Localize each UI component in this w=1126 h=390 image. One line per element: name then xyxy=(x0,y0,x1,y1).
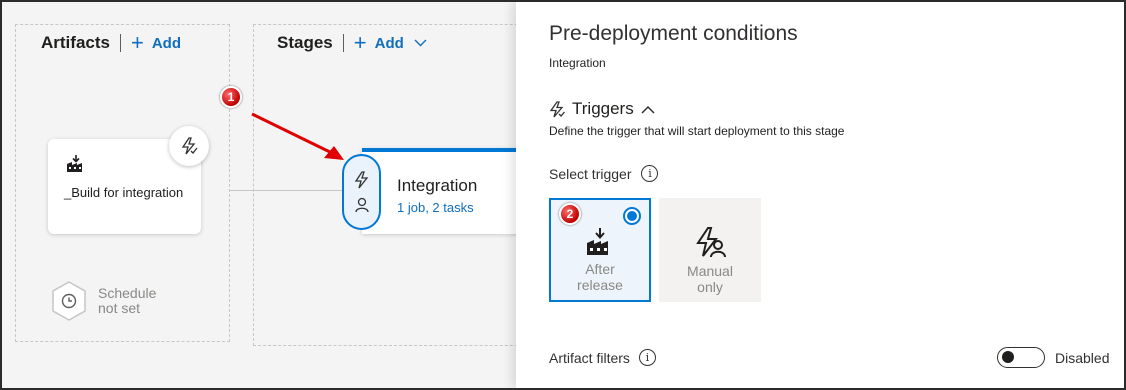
build-icon xyxy=(67,155,82,172)
plus-icon: + xyxy=(130,30,144,55)
chevron-down-icon xyxy=(414,39,427,47)
select-trigger-label: Select trigger xyxy=(549,165,632,182)
triggers-description: Define the trigger that will start deplo… xyxy=(549,124,845,138)
after-release-line1: After xyxy=(585,261,615,277)
step-marker-1: 1 xyxy=(220,86,242,108)
triggers-title: Triggers xyxy=(572,99,634,118)
header-divider xyxy=(119,34,121,52)
pipeline-connector xyxy=(230,190,342,191)
build-release-icon xyxy=(587,228,608,255)
schedule-line2: not set xyxy=(98,300,141,316)
stage-name: Integration xyxy=(397,176,478,195)
chevron-up-icon xyxy=(641,105,655,114)
add-stage-button[interactable]: + Add xyxy=(354,32,427,54)
annotation-arrow xyxy=(251,112,344,160)
add-artifact-label: Add xyxy=(151,34,181,52)
stage-card[interactable]: Integration 1 job, 2 tasks xyxy=(362,148,532,234)
artifacts-header: Artifacts + Add xyxy=(41,32,181,54)
plus-icon: + xyxy=(353,30,367,55)
artifacts-title: Artifacts xyxy=(41,33,110,52)
artifact-filters-toggle[interactable] xyxy=(997,347,1045,368)
artifact-filters-row: Artifact filters i xyxy=(549,349,656,366)
step-marker-2: 2 xyxy=(559,203,581,225)
info-icon[interactable]: i xyxy=(641,165,659,182)
toggle-state-label: Disabled xyxy=(1055,349,1110,366)
radio-selected-icon xyxy=(623,207,641,225)
schedule-label: Schedule not set xyxy=(98,286,156,316)
panel-subtitle: Integration xyxy=(549,56,606,70)
header-divider xyxy=(342,34,344,52)
continuous-deployment-trigger-button[interactable] xyxy=(169,126,209,166)
add-stage-label: Add xyxy=(374,34,404,52)
stages-title: Stages xyxy=(277,33,333,52)
pipeline-canvas: Artifacts + Add Stages + Add _Build for … xyxy=(2,2,553,388)
schedule-icon[interactable] xyxy=(50,280,88,322)
lightning-icon xyxy=(181,137,198,155)
screenshot-frame: Artifacts + Add Stages + Add _Build for … xyxy=(0,0,1126,390)
add-artifact-button[interactable]: + Add xyxy=(131,32,181,54)
artifact-filters-label: Artifact filters xyxy=(549,349,630,366)
manual-only-option[interactable]: Manual only xyxy=(659,198,761,302)
manual-only-line1: Manual xyxy=(687,263,733,279)
lightning-icon xyxy=(549,100,565,117)
schedule-line1: Schedule xyxy=(98,285,157,301)
artifact-filters-toggle-row: Disabled xyxy=(997,347,1109,368)
lightning-icon xyxy=(354,171,368,189)
after-release-line2: release xyxy=(577,277,623,293)
triggers-section-toggle[interactable]: Triggers xyxy=(549,99,655,119)
person-icon xyxy=(354,197,369,213)
manual-trigger-icon xyxy=(696,227,726,258)
artifact-label: _Build for integration xyxy=(64,185,184,200)
stages-header: Stages + Add xyxy=(277,32,427,54)
stage-tasks-link[interactable]: 1 job, 2 tasks xyxy=(397,200,474,215)
pre-deployment-panel: Pre-deployment conditions Integration Tr… xyxy=(516,2,1124,388)
info-icon[interactable]: i xyxy=(638,349,656,366)
manual-only-line2: only xyxy=(697,279,723,295)
panel-title: Pre-deployment conditions xyxy=(549,22,798,45)
select-trigger-row: Select trigger i xyxy=(549,165,659,182)
